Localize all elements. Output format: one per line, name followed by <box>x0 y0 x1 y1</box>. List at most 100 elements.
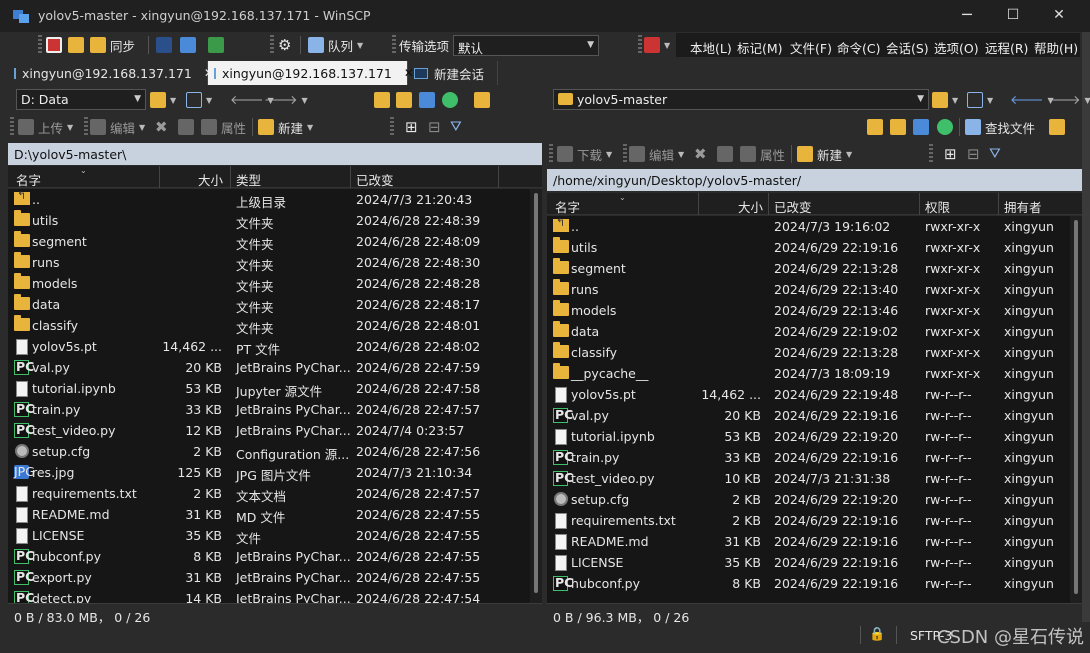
toolbar-grip[interactable] <box>390 117 394 137</box>
menu-remote[interactable]: 远程(R) <box>985 38 1028 57</box>
column-divider[interactable] <box>919 193 920 215</box>
col-name[interactable]: 名字 <box>555 197 580 216</box>
table-row[interactable]: utils 文件夹 2024/6/28 22:48:39 <box>8 210 530 231</box>
column-divider[interactable] <box>998 193 999 215</box>
table-row[interactable]: PC test_video.py 10 KB 2024/7/3 21:31:38 rw-… <box>547 468 1070 489</box>
table-row[interactable]: classify 2024/6/29 22:13:28 rwxr-xr-x xingy… <box>547 342 1070 363</box>
menu-session[interactable]: 会话(S) <box>886 38 929 57</box>
remote-open-folder-button[interactable]: ▼ <box>932 90 958 110</box>
table-row[interactable]: PC val.py 20 KB JetBrains PyChar... 2024/6/2… <box>8 357 530 378</box>
table-row[interactable]: models 文件夹 2024/6/28 22:48:28 <box>8 273 530 294</box>
unselect-button[interactable]: ⊟ <box>428 117 441 137</box>
session-tab-active[interactable]: xingyun@192.168.137.171 ✕ <box>208 61 414 85</box>
table-row[interactable]: README.md 31 KB 2024/6/29 22:19:16 rw-r--r-… <box>547 531 1070 552</box>
find-files-button[interactable]: 查找文件 <box>965 117 1035 137</box>
new-session-dropdown[interactable]: ▼ <box>644 35 670 55</box>
unselect-button[interactable]: ⊟ <box>967 144 980 164</box>
col-type[interactable]: 类型 <box>236 170 261 189</box>
filter-select-button[interactable]: ⛛ <box>989 144 1001 164</box>
preferences-button[interactable] <box>208 35 224 55</box>
table-row[interactable]: segment 文件夹 2024/6/28 22:48:09 <box>8 231 530 252</box>
table-row[interactable]: runs 2024/6/29 22:13:40 rwxr-xr-x xingyun <box>547 279 1070 300</box>
synchronize-button[interactable]: 同步 <box>90 35 135 55</box>
table-row[interactable]: PC hubconf.py 8 KB JetBrains PyChar... 2024/… <box>8 546 530 567</box>
filter-select-button[interactable]: ⛛ <box>450 117 462 137</box>
column-divider[interactable] <box>350 166 351 188</box>
remote-refresh-button[interactable] <box>937 117 953 137</box>
table-row[interactable]: LICENSE 35 KB 文件 2024/6/28 22:47:55 <box>8 525 530 546</box>
column-divider[interactable] <box>159 166 160 188</box>
close-button[interactable]: ✕ <box>1039 4 1079 28</box>
toolbar-grip[interactable] <box>10 117 14 137</box>
local-refresh-button[interactable] <box>442 90 458 110</box>
col-size[interactable]: 大小 <box>738 197 763 216</box>
table-row[interactable]: .. 上级目录 2024/7/3 21:20:43 <box>8 189 530 210</box>
local-scrollbar[interactable] <box>530 189 542 603</box>
remote-filter-button[interactable]: ▼ <box>967 90 993 110</box>
table-row[interactable]: data 文件夹 2024/6/28 22:48:17 <box>8 294 530 315</box>
toolbar-grip[interactable] <box>549 144 553 164</box>
remote-home-button[interactable] <box>913 117 929 137</box>
upload-button[interactable]: 上传 ▼ <box>18 117 73 137</box>
table-row[interactable]: classify 文件夹 2024/6/28 22:48:01 <box>8 315 530 336</box>
queue-button[interactable]: 队列 ▼ <box>308 35 363 55</box>
col-changed[interactable]: 已改变 <box>356 170 394 189</box>
table-row[interactable]: JPG res.jpg 125 KB JPG 图片文件 2024/7/3 21:10:3… <box>8 462 530 483</box>
local-open-folder-button[interactable]: ▼ <box>150 90 176 110</box>
table-row[interactable]: PC val.py 20 KB 2024/6/29 22:19:16 rw-r--r--… <box>547 405 1070 426</box>
putty-button[interactable] <box>180 35 196 55</box>
remote-forward-button[interactable]: 🡒 ▼ <box>1047 90 1090 110</box>
console-button[interactable] <box>156 35 172 55</box>
remote-scrollbar[interactable] <box>1070 216 1082 603</box>
local-drive-select[interactable]: D: Data ▼ <box>16 89 146 110</box>
sync-browse-button[interactable] <box>68 35 84 55</box>
menu-mark[interactable]: 标记(M) <box>737 38 783 57</box>
remote-file-list[interactable]: ..2024/7/3 19:16:02rwxr-xr-xxingyunutils… <box>547 216 1070 603</box>
col-changed[interactable]: 已改变 <box>774 197 812 216</box>
toolbar-grip[interactable] <box>623 144 627 164</box>
local-path-bar[interactable]: D:\yolov5-master\ <box>8 143 542 165</box>
local-filter-button[interactable]: ▼ <box>186 90 212 110</box>
table-row[interactable]: segment 2024/6/29 22:13:28 rwxr-xr-x xingyu… <box>547 258 1070 279</box>
local-forward-button[interactable]: 🡒 ▼ <box>264 90 308 110</box>
session-tab[interactable]: xingyun@192.168.137.171 ✕ <box>8 61 214 85</box>
remote-parent-dir-button[interactable] <box>867 117 883 137</box>
remote-bookmarks-button[interactable] <box>1049 117 1065 137</box>
table-row[interactable]: tutorial.ipynb 53 KB 2024/6/29 22:19:20 rw-… <box>547 426 1070 447</box>
new-session-tab[interactable]: 新建会话 <box>408 61 498 85</box>
scrollbar-thumb[interactable] <box>1074 220 1078 594</box>
table-row[interactable]: requirements.txt 2 KB 2024/6/29 22:19:16 rw… <box>547 510 1070 531</box>
minimize-button[interactable]: ─ <box>947 4 987 28</box>
local-edit-button[interactable]: 编辑 ▼ <box>90 117 145 137</box>
download-button[interactable]: 下载 ▼ <box>557 144 612 164</box>
column-divider[interactable] <box>230 166 231 188</box>
remote-root-dir-button[interactable] <box>890 117 906 137</box>
table-row[interactable]: __pycache__ 2024/7/3 18:09:19 rwxr-xr-x xin… <box>547 363 1070 384</box>
toolbar-grip[interactable] <box>392 35 396 55</box>
table-row[interactable]: PC train.py 33 KB JetBrains PyChar... 2024/6… <box>8 399 530 420</box>
column-divider[interactable] <box>768 193 769 215</box>
table-row[interactable]: .. 2024/7/3 19:16:02 rwxr-xr-x xingyun <box>547 216 1070 237</box>
table-row[interactable]: PC hubconf.py 8 KB 2024/6/29 22:19:16 rw-r--… <box>547 573 1070 594</box>
maximize-button[interactable]: ☐ <box>993 4 1033 28</box>
local-file-list[interactable]: .. 上级目录 2024/7/3 21:20:43 utils 文件夹 2024/6/28… <box>8 189 530 603</box>
menu-local[interactable]: 本地(L) <box>690 38 732 57</box>
toolbar-grip[interactable] <box>929 144 933 164</box>
scrollbar-thumb[interactable] <box>534 193 538 593</box>
table-row[interactable]: models 2024/6/29 22:13:46 rwxr-xr-x xingyun <box>547 300 1070 321</box>
toolbar-grip[interactable] <box>638 35 642 55</box>
remote-delete-button[interactable]: ✖ <box>694 144 707 164</box>
table-row[interactable]: requirements.txt 2 KB 文本文档 2024/6/28 22:47:… <box>8 483 530 504</box>
local-new-button[interactable]: 新建 ▼ <box>258 117 313 137</box>
local-home-button[interactable] <box>419 90 435 110</box>
col-permissions[interactable]: 权限 <box>925 197 950 216</box>
column-divider[interactable] <box>498 166 499 188</box>
toolbar-grip[interactable] <box>270 35 274 55</box>
toolbar-grip[interactable] <box>84 117 88 137</box>
table-row[interactable]: yolov5s.pt 14,462 ... PT 文件 2024/6/28 22:48… <box>8 336 530 357</box>
table-row[interactable]: yolov5s.pt 14,462 ... 2024/6/29 22:19:48 rw… <box>547 384 1070 405</box>
toolbar-grip[interactable] <box>38 35 42 55</box>
local-delete-button[interactable]: ✖ <box>155 117 168 137</box>
table-row[interactable]: LICENSE 35 KB 2024/6/29 22:19:16 rw-r--r-- x… <box>547 552 1070 573</box>
menu-help[interactable]: 帮助(H) <box>1034 38 1078 57</box>
